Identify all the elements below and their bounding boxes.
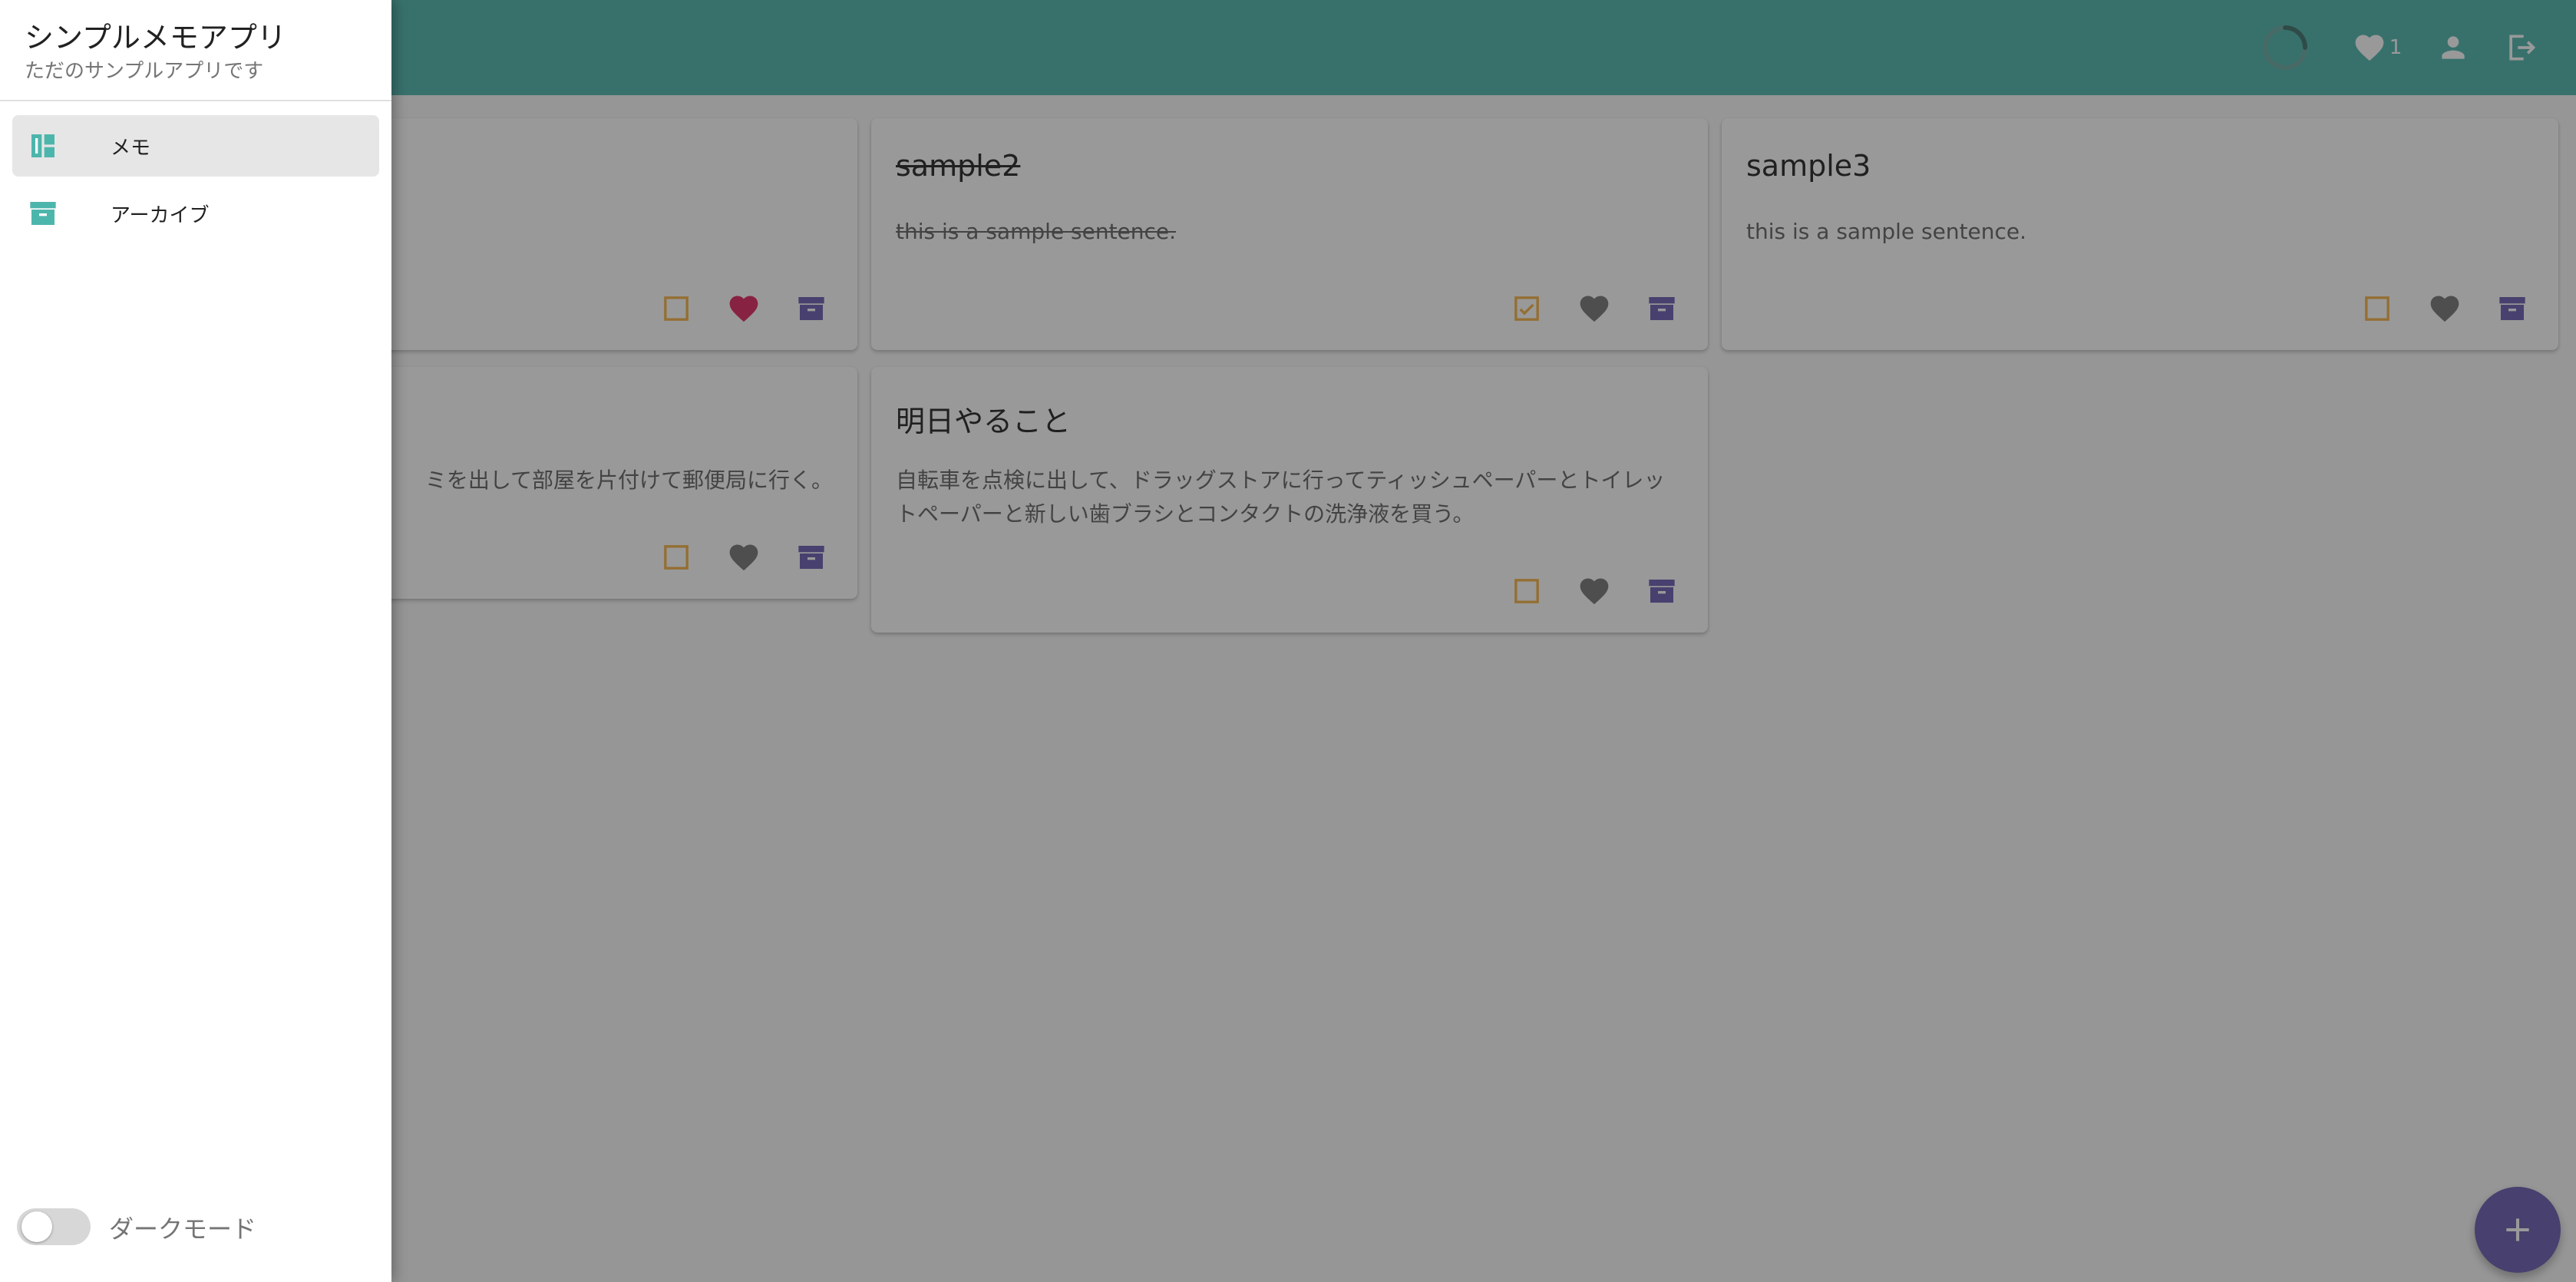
- drawer-header: シンプルメモアプリ ただのサンプルアプリです: [0, 0, 391, 101]
- dashboard-icon: [31, 134, 54, 157]
- navigation-drawer: シンプルメモアプリ ただのサンプルアプリです メモ アーカイブ ダークモード: [0, 0, 391, 1282]
- nav-item-memo[interactable]: メモ: [12, 115, 379, 177]
- archive-icon: [30, 202, 56, 225]
- nav-item-label: メモ: [111, 136, 151, 160]
- dark-mode-label: ダークモード: [109, 1214, 257, 1244]
- app-title: シンプルメモアプリ: [25, 21, 286, 55]
- app-root: 1 sample2 this is a sample sentence. sam…: [0, 0, 2576, 1282]
- nav-item-label: アーカイブ: [111, 203, 210, 227]
- dark-mode-toggle[interactable]: [17, 1205, 91, 1248]
- app-subtitle: ただのサンプルアプリです: [25, 60, 264, 83]
- nav-item-archive[interactable]: アーカイブ: [12, 183, 379, 244]
- toggle-thumb: [21, 1211, 52, 1242]
